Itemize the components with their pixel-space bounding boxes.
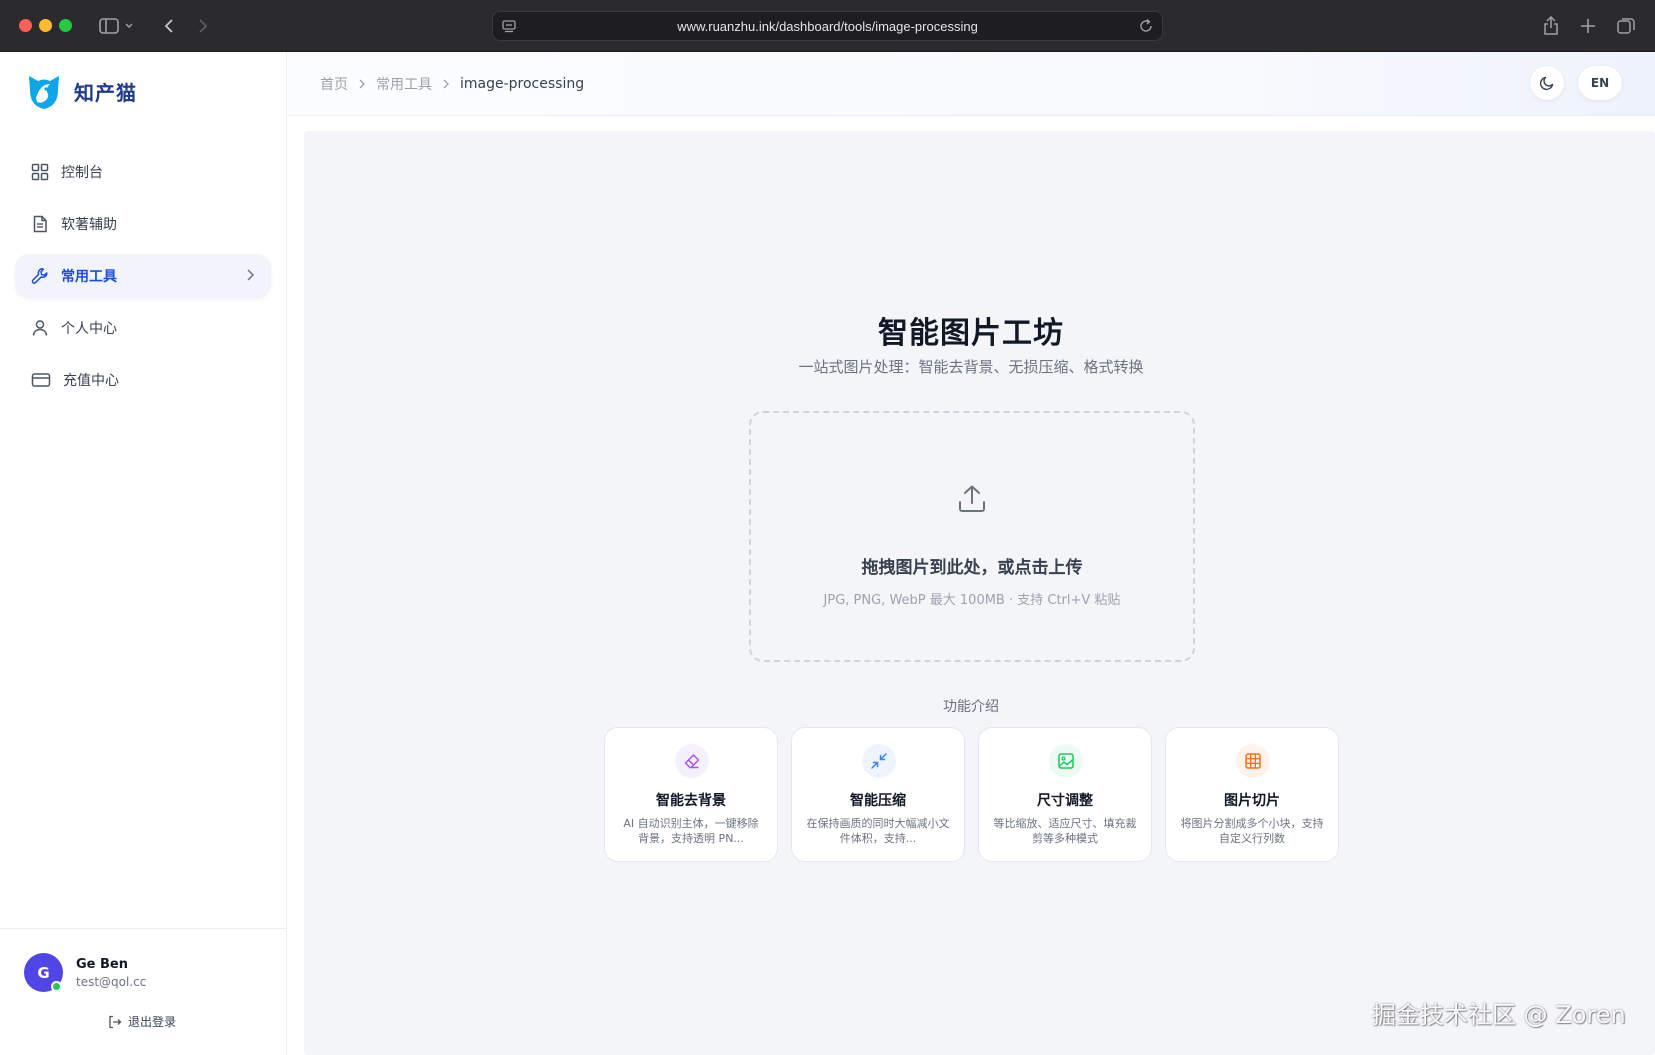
sidebar-item-label: 软著辅助 xyxy=(61,217,117,233)
feature-desc: 将图片分割成多个小块，支持自定义行列数 xyxy=(1180,817,1324,845)
upload-dropzone[interactable]: 拖拽图片到此处，或点击上传 JPG, PNG, WebP 最大 100MB · … xyxy=(749,411,1195,662)
logout-icon xyxy=(109,1015,122,1028)
cat-logo-icon xyxy=(29,76,59,109)
eraser-icon xyxy=(675,744,709,778)
sidebar-item-copyright-assist[interactable]: 软著辅助 xyxy=(15,202,271,246)
sidebar-item-label: 常用工具 xyxy=(61,269,117,285)
feature-desc: 等比缩放、适应尺寸、填充裁剪等多种模式 xyxy=(993,817,1137,845)
watermark-text: 掘金技术社区 @ Zoren xyxy=(1372,1001,1626,1029)
browser-toolbar: www.ruanzhu.ink/dashboard/tools/image-pr… xyxy=(0,0,1655,52)
user-icon xyxy=(32,320,48,336)
breadcrumb-tools[interactable]: 常用工具 xyxy=(376,74,432,94)
maximize-window-button[interactable] xyxy=(59,19,72,32)
feature-title: 图片切片 xyxy=(1224,793,1280,809)
online-status-dot xyxy=(51,981,62,992)
upload-icon xyxy=(956,483,988,519)
compress-icon xyxy=(862,744,896,778)
sidebar-item-label: 控制台 xyxy=(61,165,103,181)
main-content: 智能图片工坊 一站式图片处理：智能去背景、无损压缩、格式转换 拖拽图片到此处，或… xyxy=(304,131,1655,1055)
feature-desc: AI 自动识别主体，一键移除背景，支持透明 PN... xyxy=(623,817,759,845)
back-icon[interactable] xyxy=(158,13,180,39)
logout-button[interactable]: 退出登录 xyxy=(108,1013,176,1030)
chevron-right-icon xyxy=(359,79,365,89)
grid-slice-icon xyxy=(1236,744,1270,778)
sidebar: 知产猫 控制台 软著辅助 常用工具 个人中心 充值中心 G Ge Ben tes… xyxy=(0,52,287,1055)
sidebar-item-label: 充值中心 xyxy=(63,373,119,389)
moon-icon xyxy=(1539,76,1554,91)
features-heading: 功能介绍 xyxy=(943,699,999,715)
address-bar[interactable]: www.ruanzhu.ink/dashboard/tools/image-pr… xyxy=(492,11,1163,41)
logo-text: 知产猫 xyxy=(74,80,137,105)
breadcrumb: 首页 常用工具 image-processing xyxy=(320,74,584,94)
feature-desc: 在保持画质的同时大幅减小文件体积，支持... xyxy=(806,817,950,845)
dropzone-main-text: 拖拽图片到此处，或点击上传 xyxy=(861,558,1083,578)
close-window-button[interactable] xyxy=(19,19,32,32)
sidebar-toggle-icon[interactable] xyxy=(96,13,136,39)
user-panel: G Ge Ben test@qol.cc 退出登录 xyxy=(0,928,287,1055)
site-settings-icon[interactable] xyxy=(501,18,517,38)
logout-label: 退出登录 xyxy=(128,1015,177,1029)
page-subtitle: 一站式图片处理：智能去背景、无损压缩、格式转换 xyxy=(798,358,1144,376)
logo[interactable]: 知产猫 xyxy=(26,72,137,110)
forward-icon[interactable] xyxy=(192,13,214,39)
url-text: www.ruanzhu.ink/dashboard/tools/image-pr… xyxy=(677,18,978,34)
chevron-right-icon xyxy=(443,79,449,89)
feature-card-resize[interactable]: 尺寸调整 等比缩放、适应尺寸、填充裁剪等多种模式 xyxy=(978,727,1152,862)
feature-title: 尺寸调整 xyxy=(1037,793,1093,809)
top-header: 首页 常用工具 image-processing EN xyxy=(288,52,1655,116)
sidebar-item-label: 个人中心 xyxy=(61,321,117,337)
sidebar-item-recharge[interactable]: 充值中心 xyxy=(15,358,271,402)
sidebar-item-tools[interactable]: 常用工具 xyxy=(15,254,271,298)
feature-title: 智能去背景 xyxy=(656,793,726,809)
share-icon[interactable] xyxy=(1540,13,1562,39)
new-tab-icon[interactable] xyxy=(1577,13,1599,39)
breadcrumb-home[interactable]: 首页 xyxy=(320,74,348,94)
page-title: 智能图片工坊 xyxy=(878,316,1064,351)
feature-cards: 智能去背景 AI 自动识别主体，一键移除背景，支持透明 PN... 智能压缩 在… xyxy=(604,727,1342,862)
feature-card-remove-bg[interactable]: 智能去背景 AI 自动识别主体，一键移除背景，支持透明 PN... xyxy=(604,727,778,862)
language-toggle-button[interactable]: EN xyxy=(1578,66,1622,100)
user-email: test@qol.cc xyxy=(76,975,147,989)
user-name: Ge Ben xyxy=(76,957,128,972)
feature-card-slice[interactable]: 图片切片 将图片分割成多个小块，支持自定义行列数 xyxy=(1165,727,1339,862)
document-icon xyxy=(33,215,47,233)
breadcrumb-current: image-processing xyxy=(460,76,585,92)
image-icon xyxy=(1049,744,1083,778)
sidebar-item-dashboard[interactable]: 控制台 xyxy=(15,150,271,194)
theme-toggle-button[interactable] xyxy=(1530,66,1564,100)
grid-icon xyxy=(31,163,49,181)
minimize-window-button[interactable] xyxy=(39,19,52,32)
tab-overview-icon[interactable] xyxy=(1614,13,1638,39)
credit-card-icon xyxy=(31,373,51,387)
dropzone-hint: JPG, PNG, WebP 最大 100MB · 支持 Ctrl+V 粘贴 xyxy=(823,593,1121,608)
reload-icon[interactable] xyxy=(1138,18,1154,38)
wrench-icon xyxy=(31,268,48,284)
feature-card-compress[interactable]: 智能压缩 在保持画质的同时大幅减小文件体积，支持... xyxy=(791,727,965,862)
sidebar-item-profile[interactable]: 个人中心 xyxy=(15,306,271,350)
sidebar-nav: 控制台 软著辅助 常用工具 个人中心 充值中心 xyxy=(15,150,271,410)
feature-title: 智能压缩 xyxy=(850,793,906,809)
chevron-right-icon xyxy=(245,268,255,286)
